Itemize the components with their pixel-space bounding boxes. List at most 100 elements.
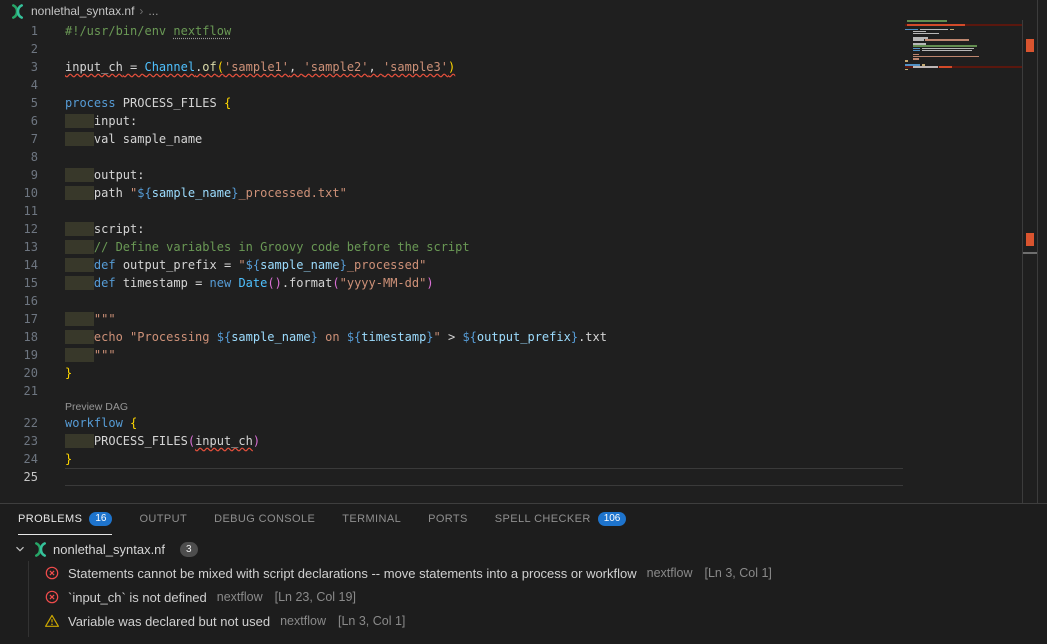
overview-ruler-error-marker <box>1026 233 1034 246</box>
line-number: 2 <box>0 40 38 58</box>
panel-tab-label: SPELL CHECKER <box>495 513 591 525</box>
code-line-6[interactable]: 6 input: <box>0 112 1022 130</box>
line-content: #!/usr/bin/env nextflow <box>65 22 231 40</box>
line-number: 6 <box>0 112 38 130</box>
panel-tab-bar: PROBLEMS16 OUTPUT DEBUG CONSOLE TERMINAL POR… <box>0 504 1047 535</box>
line-number: 12 <box>0 220 38 238</box>
line-number: 9 <box>0 166 38 184</box>
line-number: 11 <box>0 202 38 220</box>
problems-count-badge: 3 <box>180 542 198 557</box>
line-number: 4 <box>0 76 38 94</box>
problem-location: [Ln 23, Col 19] <box>275 590 356 604</box>
editor-pane: nonlethal_syntax.nf › ... 1 #!/usr/bin/en… <box>0 0 1047 503</box>
breadcrumb-filename[interactable]: nonlethal_syntax.nf <box>31 4 134 18</box>
code-line-11[interactable]: 11 <box>0 202 1022 220</box>
code-line-7[interactable]: 7 val sample_name <box>0 130 1022 148</box>
line-number: 3 <box>0 58 38 76</box>
minimap[interactable] <box>905 20 1022 78</box>
current-line-highlight <box>65 468 903 486</box>
line-number: 1 <box>0 22 38 40</box>
line-number: 23 <box>0 432 38 450</box>
line-number: 5 <box>0 94 38 112</box>
code-line-2[interactable]: 2 <box>0 40 1022 58</box>
line-content: input: <box>65 112 137 130</box>
line-number: 19 <box>0 346 38 364</box>
code-area[interactable]: 1 #!/usr/bin/env nextflow 23input_ch = Cha… <box>0 22 1022 486</box>
line-content: """ <box>65 310 116 328</box>
overview-ruler-error-marker <box>1026 39 1034 52</box>
panel-tab-terminal[interactable]: TERMINAL <box>342 504 401 535</box>
line-content: workflow { <box>65 414 137 432</box>
code-line-18[interactable]: 18 echo "Processing ${sample_name} on ${… <box>0 328 1022 346</box>
minimap-line <box>905 60 1022 62</box>
code-line-24[interactable]: 24} <box>0 450 1022 468</box>
codelens-preview-dag[interactable]: Preview DAG <box>0 400 1022 414</box>
line-content: process PROCESS_FILES { <box>65 94 231 112</box>
panel-tab-ports[interactable]: PORTS <box>428 504 468 535</box>
code-line-17[interactable]: 17 """ <box>0 310 1022 328</box>
line-content: echo "Processing ${sample_name} on ${tim… <box>65 328 607 346</box>
problem-row[interactable]: Variable was declared but not usednextfl… <box>0 609 1047 633</box>
problems-file-group[interactable]: nonlethal_syntax.nf 3 <box>0 538 198 560</box>
line-number: 7 <box>0 130 38 148</box>
problem-source: nextflow <box>217 590 263 604</box>
line-content: PROCESS_FILES(input_ch) <box>65 432 260 450</box>
problem-message: Statements cannot be mixed with script d… <box>68 566 637 581</box>
code-line-13[interactable]: 13 // Define variables in Groovy code be… <box>0 238 1022 256</box>
code-line-14[interactable]: 14 def output_prefix = "${sample_name}_p… <box>0 256 1022 274</box>
problem-location: [Ln 3, Col 1] <box>705 566 772 580</box>
code-line-15[interactable]: 15 def timestamp = new Date().format("yy… <box>0 274 1022 292</box>
bottom-panel: PROBLEMS16 OUTPUT DEBUG CONSOLE TERMINAL POR… <box>0 503 1047 644</box>
problem-message: Variable was declared but not used <box>68 614 270 629</box>
panel-tab-label: OUTPUT <box>139 513 187 525</box>
problem-source: nextflow <box>647 566 693 580</box>
breadcrumb: nonlethal_syntax.nf › ... <box>0 0 1047 22</box>
code-line-22[interactable]: 22 workflow { <box>0 414 1022 432</box>
code-line-16[interactable]: 16 <box>0 292 1022 310</box>
panel-tab-spell-checker[interactable]: SPELL CHECKER106 <box>495 504 627 535</box>
minimap-line <box>905 33 1022 35</box>
panel-tab-problems[interactable]: PROBLEMS16 <box>18 504 112 535</box>
line-number: 22 <box>0 414 38 432</box>
line-number: 15 <box>0 274 38 292</box>
line-number: 17 <box>0 310 38 328</box>
code-line-8[interactable]: 8 <box>0 148 1022 166</box>
line-content: // Define variables in Groovy code befor… <box>65 238 470 256</box>
nextflow-file-icon <box>10 4 25 19</box>
line-content: val sample_name <box>65 130 202 148</box>
code-line-23[interactable]: 23 PROCESS_FILES(input_ch) <box>0 432 1022 450</box>
panel-tab-output[interactable]: OUTPUT <box>139 504 187 535</box>
line-content: output: <box>65 166 144 184</box>
problem-row[interactable]: `input_ch` is not defined nextflow [Ln 23,… <box>0 585 1047 609</box>
error-icon <box>44 589 60 605</box>
minimap-line <box>905 39 1022 41</box>
code-line-10[interactable]: 10 path "${sample_name}_processed.txt" <box>0 184 1022 202</box>
code-line-9[interactable]: 9 output: <box>0 166 1022 184</box>
breadcrumb-separator: › <box>139 4 143 18</box>
line-number: 24 <box>0 450 38 468</box>
code-line-25[interactable]: 25 <box>0 468 1022 486</box>
error-icon <box>44 565 60 581</box>
code-line-19[interactable]: 19 """ <box>0 346 1022 364</box>
code-line-20[interactable]: 20} <box>0 364 1022 382</box>
panel-tab-debug-console[interactable]: DEBUG CONSOLE <box>214 504 315 535</box>
problems-list: Statements cannot be mixed with script d… <box>0 561 1047 633</box>
breadcrumb-more[interactable]: ... <box>148 4 158 18</box>
line-content: } <box>65 450 72 468</box>
line-content: def output_prefix = "${sample_name}_proc… <box>65 256 426 274</box>
problem-row[interactable]: Statements cannot be mixed with script d… <box>0 561 1047 585</box>
code-line-1[interactable]: 1 #!/usr/bin/env nextflow <box>0 22 1022 40</box>
problem-message: `input_ch` is not defined <box>68 590 207 605</box>
code-line-12[interactable]: 12 script: <box>0 220 1022 238</box>
chevron-down-icon[interactable] <box>12 541 28 557</box>
line-number: 10 <box>0 184 38 202</box>
scrollbar-slider-edge[interactable] <box>1023 252 1037 254</box>
nextflow-file-icon <box>33 542 48 557</box>
warning-icon <box>44 613 60 629</box>
code-line-4[interactable]: 4 <box>0 76 1022 94</box>
code-line-5[interactable]: 5 process PROCESS_FILES { <box>0 94 1022 112</box>
panel-tab-label: PORTS <box>428 513 468 525</box>
code-line-21[interactable]: 21 <box>0 382 1022 400</box>
panel-tab-label: DEBUG CONSOLE <box>214 513 315 525</box>
code-line-3[interactable]: 3input_ch = Channel.of('sample1', 'sampl… <box>0 58 1022 76</box>
